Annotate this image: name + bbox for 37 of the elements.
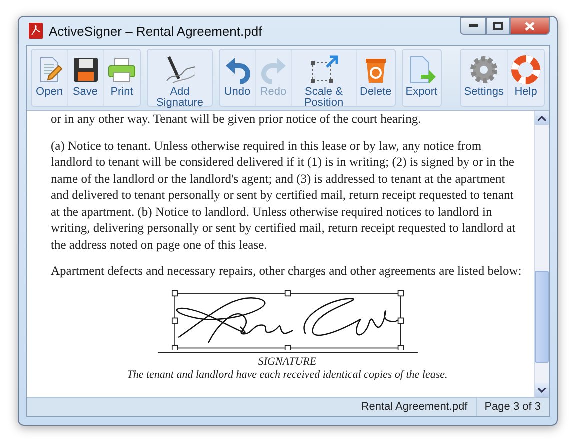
dashed-frame-arrow-icon (309, 55, 339, 85)
document-note: The tenant and landlord have each received identical copies of the lease. (126, 368, 449, 382)
close-icon (525, 22, 535, 30)
maximize-icon (493, 22, 503, 30)
toolbar-button[interactable]: Save (68, 50, 104, 106)
scroll-down-icon[interactable] (538, 388, 546, 392)
pdf-file-icon (29, 23, 43, 39)
scrollbar[interactable] (534, 111, 549, 397)
document-paragraph: or in any other way. Tenant will be given prior notice of the court hearing. (51, 111, 422, 128)
minimize-icon (468, 24, 478, 28)
gear-icon (469, 55, 500, 85)
toolbar-button[interactable]: Undo (220, 50, 256, 106)
toolbar-button[interactable]: Scale & Position (292, 50, 357, 106)
toolbar-button[interactable]: Add Signature (148, 50, 212, 106)
document-paragraph: Apartment defects and necessary repairs, other charges and other agreements are listed below: (51, 263, 523, 280)
lifebuoy-icon (511, 55, 541, 85)
status-page-number: Page 3 of 3 (476, 398, 549, 416)
minimize-button[interactable] (460, 17, 486, 35)
window-title: ActiveSigner – Rental Agreement.pdf (49, 24, 262, 38)
toolbar-button[interactable]: Export (402, 50, 441, 106)
signature-caption: SIGNATURE (258, 356, 317, 368)
recycle-bin-icon (364, 56, 388, 84)
toolbar-button[interactable]: Open (32, 50, 68, 106)
scroll-up-icon[interactable] (538, 116, 546, 120)
status-file-name: Rental Agreement.pdf (360, 400, 469, 415)
toolbar-button[interactable]: Settings (461, 50, 508, 106)
undo-arrow-icon (224, 56, 252, 84)
document-paragraph: (a) Notice to tenant. Unless otherwise required in this lease or by law, any notice from landlord to tenant will be considered delivered if it (1) is in writing; (2) is signed by or in the name of the landlord or the landlord's agent; and (3) is addressed to tenant at the apartment and delivered to tenant personally or sent by certified mail, return receipt requested to tenant at the apartment. (b) Notice to landlord. Unless otherwise required notices to landlord in writing, delivering personally or sent by certified mail, return receipt requested to landlord at the address noted on page one of this lease. (51, 138, 517, 253)
toolbar-button[interactable]: Delete (357, 50, 395, 106)
selection-frame[interactable] (171, 290, 404, 350)
close-button[interactable] (510, 17, 550, 35)
redo-arrow-icon (260, 56, 288, 84)
toolbar-button[interactable]: Help (508, 50, 544, 106)
toolbar-button[interactable]: Print (104, 50, 140, 106)
scrollbar-thumb[interactable] (535, 271, 549, 363)
printer-icon (107, 56, 137, 84)
maximize-button[interactable] (486, 17, 510, 35)
